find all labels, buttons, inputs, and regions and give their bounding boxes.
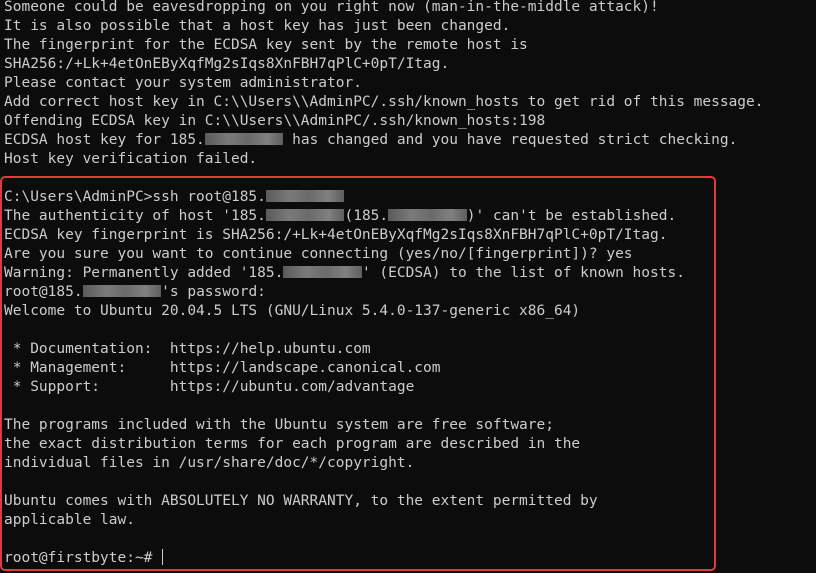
terminal-line: applicable law. — [4, 511, 135, 530]
terminal-text: individual files in /usr/share/doc/*/cop… — [4, 455, 415, 471]
terminal-text: Ubuntu comes with ABSOLUTELY NO WARRANTY… — [4, 493, 598, 509]
terminal-text: root@firstbyte:~# — [4, 550, 162, 566]
terminal-text: the exact distribution terms for each pr… — [4, 436, 581, 452]
terminal-line: Someone could be eavesdropping on you ri… — [4, 0, 659, 17]
terminal-line: individual files in /usr/share/doc/*/cop… — [4, 454, 414, 473]
terminal-text: Please contact your system administrator… — [4, 75, 362, 91]
redacted-ip — [82, 285, 162, 297]
terminal-line: ECDSA host key for 185. has changed and … — [4, 131, 737, 150]
terminal-line: It is also possible that a host key has … — [4, 17, 510, 36]
terminal-text: * Management: https://landscape.canonica… — [4, 360, 441, 376]
terminal-line: SHA256:/+Lk+4etOnEByXqfMg2sIqs8XnFBH7qPl… — [4, 55, 449, 74]
terminal-text: * Support: https://ubuntu.com/advantage — [4, 379, 415, 395]
terminal-text: )' can't be established. — [466, 208, 677, 224]
terminal-text: Offending ECDSA key in C:\\Users\\AdminP… — [4, 113, 546, 129]
redacted-ip — [265, 209, 345, 221]
prompt-line: root@firstbyte:~# — [4, 548, 164, 568]
terminal-line: * Management: https://landscape.canonica… — [4, 359, 441, 378]
terminal-text: Warning: Permanently added '185. — [4, 265, 284, 281]
redacted-ip — [265, 190, 345, 202]
terminal-text: * Documentation: https://help.ubuntu.com — [4, 341, 371, 357]
terminal-text: applicable law. — [4, 512, 135, 528]
terminal-text: Are you sure you want to continue connec… — [4, 246, 633, 262]
terminal-text: Add correct host key in C:\\Users\\Admin… — [4, 94, 764, 110]
redacted-ip — [388, 209, 467, 221]
terminal-line: Host key verification failed. — [4, 150, 257, 169]
terminal-text: It is also possible that a host key has … — [4, 18, 511, 34]
terminal-line: C:\Users\AdminPC>ssh root@185. — [4, 188, 345, 207]
terminal-text: Someone could be eavesdropping on you ri… — [4, 0, 659, 15]
redacted-ip — [204, 133, 284, 145]
terminal-line: Ubuntu comes with ABSOLUTELY NO WARRANTY… — [4, 492, 598, 511]
terminal-line: ECDSA key fingerprint is SHA256:/+Lk+4et… — [4, 226, 667, 245]
terminal-line: Are you sure you want to continue connec… — [4, 245, 633, 264]
terminal-text: (185. — [344, 208, 389, 224]
terminal-line: * Documentation: https://help.ubuntu.com — [4, 340, 371, 359]
terminal-text: The authenticity of host '185. — [4, 208, 266, 224]
terminal-text: has changed and you have requested stric… — [283, 132, 738, 148]
terminal-text: ECDSA host key for 185. — [4, 132, 205, 148]
terminal-line: The fingerprint for the ECDSA key sent b… — [4, 36, 528, 55]
redacted-ip — [283, 266, 362, 278]
terminal-text: Welcome to Ubuntu 20.04.5 LTS (GNU/Linux… — [4, 303, 581, 319]
terminal-text: SHA256:/+Lk+4etOnEByXqfMg2sIqs8XnFBH7qPl… — [4, 56, 450, 72]
terminal-line: * Support: https://ubuntu.com/advantage — [4, 378, 415, 397]
terminal-window[interactable]: Someone could be eavesdropping on you ri… — [0, 0, 816, 573]
terminal-text: 's password: — [161, 284, 266, 300]
terminal-text: The programs included with the Ubuntu sy… — [4, 417, 554, 433]
terminal-line: The authenticity of host '185. (185. )' ca… — [4, 207, 676, 226]
terminal-line: Warning: Permanently added '185. ' (ECDSA… — [4, 264, 685, 283]
text-cursor — [162, 548, 164, 565]
terminal-text: The fingerprint for the ECDSA key sent b… — [4, 37, 528, 53]
terminal-line: Add correct host key in C:\\Users\\Admin… — [4, 93, 764, 112]
terminal-line: Please contact your system administrator… — [4, 74, 362, 93]
terminal-text: C:\Users\AdminPC>ssh root@185. — [4, 189, 266, 205]
terminal-line: The programs included with the Ubuntu sy… — [4, 416, 554, 435]
terminal-text: root@185. — [4, 284, 83, 300]
terminal-text: ' (ECDSA) to the list of known hosts. — [361, 265, 685, 281]
terminal-line: Offending ECDSA key in C:\\Users\\AdminP… — [4, 112, 545, 131]
terminal-text: ECDSA key fingerprint is SHA256:/+Lk+4et… — [4, 227, 668, 243]
terminal-text: Host key verification failed. — [4, 151, 258, 167]
terminal-line: Welcome to Ubuntu 20.04.5 LTS (GNU/Linux… — [4, 302, 580, 321]
terminal-line: root@185. 's password: — [4, 283, 266, 302]
terminal-line: the exact distribution terms for each pr… — [4, 435, 580, 454]
